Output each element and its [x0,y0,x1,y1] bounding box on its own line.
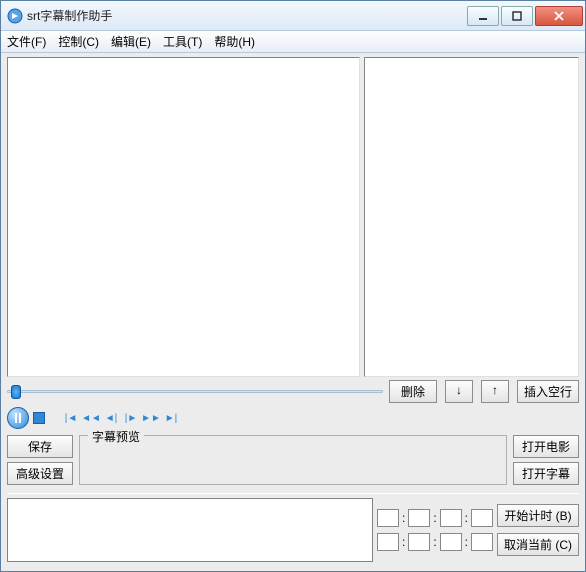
colon: : [401,535,406,549]
colon: : [464,535,469,549]
stop-button[interactable] [33,412,45,424]
seek-row: 删除 ↓ ↑ 插入空行 [7,381,579,401]
timecode-row-start: : : : [377,509,493,527]
step-back-button[interactable]: ◄| [103,411,119,425]
client-area: 删除 ↓ ↑ 插入空行 |◄ ◄◄ ◄| |► ►► ►| 保存 高级设置 [1,53,585,571]
start-ms[interactable] [471,509,493,527]
pause-icon [15,413,21,423]
end-ss[interactable] [440,533,462,551]
preview-label: 字幕预览 [88,428,144,445]
rewind-button[interactable]: ◄◄ [83,411,99,425]
slider-thumb[interactable] [11,385,21,399]
top-panes [7,57,579,377]
slider-track [7,390,383,393]
maximize-button[interactable] [501,6,533,26]
app-window: srt字幕制作助手 文件(F) 控制(C) 编辑(E) 工具(T) 帮助(H) [0,0,586,572]
timecode-grid: : : : : : : [377,498,493,562]
seek-slider[interactable] [7,383,383,399]
menu-help[interactable]: 帮助(H) [214,33,255,50]
subtitle-list-pane[interactable] [364,57,579,377]
colon: : [464,511,469,525]
open-movie-button[interactable]: 打开电影 [513,435,579,458]
colon: : [432,511,437,525]
skip-end-button[interactable]: ►| [163,411,179,425]
timer-buttons: 开始计时 (B) 取消当前 (C) [497,498,579,562]
app-icon [7,8,23,24]
maximize-icon [512,11,522,21]
move-up-button[interactable]: ↑ [481,380,509,403]
video-pane [7,57,360,377]
end-mm[interactable] [408,533,430,551]
bottom-row: : : : : : : 开始计时 (B) [7,498,579,562]
end-hh[interactable] [377,533,399,551]
menubar: 文件(F) 控制(C) 编辑(E) 工具(T) 帮助(H) [1,31,585,53]
list-action-buttons: 删除 ↓ ↑ 插入空行 [389,380,579,403]
insert-blank-button[interactable]: 插入空行 [517,380,579,403]
start-mm[interactable] [408,509,430,527]
open-subtitle-button[interactable]: 打开字幕 [513,462,579,485]
start-hh[interactable] [377,509,399,527]
end-ms[interactable] [471,533,493,551]
edit-textarea[interactable] [7,498,373,562]
play-pause-button[interactable] [7,407,29,429]
window-controls [465,6,583,26]
menu-control[interactable]: 控制(C) [58,33,99,50]
divider [7,493,579,494]
minimize-button[interactable] [467,6,499,26]
colon: : [401,511,406,525]
mid-row: 保存 高级设置 字幕预览 打开电影 打开字幕 [7,435,579,485]
menu-tools[interactable]: 工具(T) [163,33,202,50]
subtitle-preview-group: 字幕预览 [79,435,507,485]
window-title: srt字幕制作助手 [27,7,465,24]
colon: : [432,535,437,549]
fforward-button[interactable]: ►► [143,411,159,425]
save-button[interactable]: 保存 [7,435,73,458]
close-button[interactable] [535,6,583,26]
titlebar: srt字幕制作助手 [1,1,585,31]
left-buttons: 保存 高级设置 [7,435,73,485]
start-ss[interactable] [440,509,462,527]
menu-file[interactable]: 文件(F) [7,33,46,50]
minimize-icon [478,11,488,21]
menu-edit[interactable]: 编辑(E) [111,33,151,50]
cancel-current-button[interactable]: 取消当前 (C) [497,533,579,556]
right-buttons: 打开电影 打开字幕 [513,435,579,485]
timecode-row-end: : : : [377,533,493,551]
start-timer-button[interactable]: 开始计时 (B) [497,504,579,527]
delete-button[interactable]: 删除 [389,380,437,403]
step-fwd-button[interactable]: |► [123,411,139,425]
advanced-button[interactable]: 高级设置 [7,462,73,485]
skip-start-button[interactable]: |◄ [63,411,79,425]
close-icon [553,11,565,21]
move-down-button[interactable]: ↓ [445,380,473,403]
